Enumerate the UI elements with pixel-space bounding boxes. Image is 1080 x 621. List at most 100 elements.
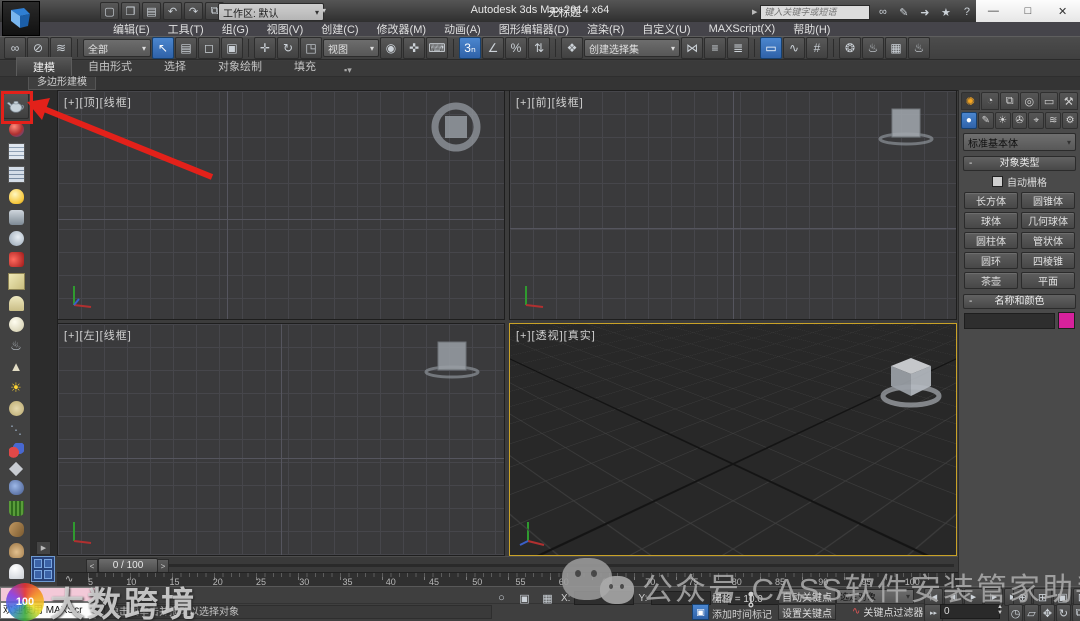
previous-frame-arrow[interactable]: < — [86, 559, 98, 573]
percent-snap-icon[interactable]: % — [505, 37, 527, 59]
dome-white-icon[interactable] — [9, 564, 24, 579]
snaps-toggle-3d-icon[interactable]: 3ₙ — [459, 37, 481, 59]
undo-icon[interactable]: ↶ — [163, 2, 182, 20]
viewcube-left-icon[interactable] — [420, 334, 484, 384]
primitive-category-dropdown[interactable]: 标准基本体 ▾ — [963, 133, 1076, 151]
viewport-perspective[interactable]: [+][透视][真实] — [509, 323, 957, 556]
key-filters-button[interactable]: ∿ 关键点过滤器... — [852, 605, 932, 618]
menu-item[interactable]: MAXScript(X) — [700, 23, 785, 35]
ribbon-tab[interactable]: 填充 — [278, 57, 332, 76]
search-expand-icon[interactable]: ▶ — [752, 8, 757, 16]
viewcube-perspective-icon[interactable] — [876, 350, 946, 412]
ribbon-overflow-icon[interactable]: ▪▾ — [344, 65, 352, 76]
ribbon-tab[interactable]: 对象绘制 — [202, 57, 278, 76]
object-color-swatch[interactable] — [1058, 312, 1075, 329]
keyboard-shortcut-override-icon[interactable]: ⌨ — [426, 37, 448, 59]
spindle-icon[interactable] — [9, 462, 23, 476]
rendered-frame-window-icon[interactable]: ▦ — [885, 37, 907, 59]
favorites-star-icon[interactable]: ★ — [936, 3, 955, 21]
subtab-lights-icon[interactable]: ☀ — [995, 112, 1011, 129]
menu-item[interactable]: 工具(T) — [159, 21, 213, 37]
name-color-rollout[interactable]: - 名称和颜色 — [963, 294, 1076, 309]
time-configuration-icon[interactable]: ◷ — [1008, 604, 1023, 621]
search-binoculars-icon[interactable]: ∞ — [873, 3, 892, 21]
primitive-button[interactable]: 茶壶 — [964, 272, 1018, 289]
render-setup-icon[interactable]: ♨ — [862, 37, 884, 59]
molecules-icon[interactable] — [9, 443, 24, 458]
primitive-button[interactable]: 圆柱体 — [964, 232, 1018, 249]
panel-tab-modify-icon[interactable]: ◔ — [981, 92, 1000, 110]
maxscript-mini-listener[interactable]: 欢迎使用 MAXScr — [0, 602, 96, 619]
light-icon[interactable] — [9, 189, 24, 204]
select-and-rotate-icon[interactable]: ↻ — [277, 37, 299, 59]
set-key-button[interactable]: 设置关键点 — [778, 604, 836, 620]
video-camera-icon[interactable] — [9, 252, 24, 267]
close-button[interactable]: ✕ — [1049, 5, 1077, 18]
search-input[interactable] — [760, 5, 870, 20]
field-of-view-icon[interactable]: ▱ — [1024, 604, 1039, 621]
object-type-rollout[interactable]: - 对象类型 — [963, 156, 1076, 171]
primitive-button[interactable]: 管状体 — [1021, 232, 1075, 249]
graphite-ribbon-toggle-icon[interactable]: ▭ — [760, 37, 782, 59]
polygon-modeling-panel-tab[interactable]: 多边形建模 — [28, 77, 96, 90]
set-keys-key-icon[interactable]: ⊶ — [741, 591, 762, 609]
time-slider-handle[interactable]: 0 / 100 — [98, 558, 158, 573]
select-and-manipulate-icon[interactable]: ✜ — [403, 37, 425, 59]
mini-curve-editor-icon[interactable]: ∿ — [65, 574, 73, 585]
primitive-button[interactable]: 四棱锥 — [1021, 252, 1075, 269]
menu-item[interactable]: 图形编辑器(D) — [490, 21, 578, 37]
track-bar[interactable]: ∿ 51015202530354045505560657075808590951… — [57, 572, 958, 587]
selection-lock-icon[interactable]: ▣ — [515, 589, 534, 607]
absolute-mode-icon[interactable]: ▦ — [538, 589, 557, 607]
open-file-icon[interactable]: ❐ — [121, 2, 140, 20]
primitive-button[interactable]: 球体 — [964, 212, 1018, 229]
panel-tab-display-icon[interactable]: ▭ — [1040, 92, 1059, 110]
panel-tab-utilities-icon[interactable]: ⚒ — [1059, 92, 1078, 110]
primitive-button[interactable]: 几何球体 — [1021, 212, 1075, 229]
shell-icon[interactable] — [9, 543, 24, 558]
key-filter-dropdown[interactable]: 选定对象 ▾ — [836, 589, 914, 604]
x-coordinate-field[interactable] — [574, 591, 634, 605]
isolate-bulb-icon[interactable]: ○ — [492, 589, 511, 607]
bind-to-space-warp-icon[interactable]: ≋ — [50, 37, 72, 59]
rain-particles-icon[interactable]: ⋱ — [9, 422, 24, 437]
reference-coordinate-dropdown[interactable]: 视图▾ — [323, 39, 379, 57]
minimize-button[interactable]: — — [979, 5, 1007, 17]
maximize-button[interactable]: □ — [1014, 5, 1042, 17]
select-and-link-icon[interactable]: ∞ — [4, 37, 26, 59]
object-name-field[interactable] — [964, 313, 1055, 329]
menu-item[interactable]: 视图(V) — [258, 21, 313, 37]
subtab-geometry-icon[interactable]: ● — [961, 112, 977, 129]
subtab-helpers-icon[interactable]: ⌖ — [1028, 112, 1044, 129]
subtab-cameras-icon[interactable]: ✇ — [1012, 112, 1028, 129]
viewport-top[interactable]: [+][顶][线框] — [57, 90, 505, 320]
panel-tab-hierarchy-icon[interactable]: ⧉ — [1000, 92, 1019, 110]
time-slider-track[interactable] — [87, 564, 954, 567]
window-crossing-icon[interactable]: ▣ — [221, 37, 243, 59]
ribbon-tab[interactable]: 自由形式 — [72, 57, 148, 76]
fur-animal-icon[interactable] — [9, 522, 24, 537]
subtab-spacewarps-icon[interactable]: ≋ — [1045, 112, 1061, 129]
next-frame-arrow[interactable]: > — [157, 559, 169, 573]
macro-recorder-field[interactable] — [0, 587, 96, 602]
material-sphere-icon[interactable] — [9, 122, 24, 137]
camera-icon[interactable] — [9, 210, 24, 225]
use-pivot-point-center-icon[interactable]: ◉ — [380, 37, 402, 59]
primitive-button[interactable]: 平面 — [1021, 272, 1075, 289]
selection-filter-dropdown[interactable]: 全部▾ — [83, 39, 151, 57]
spinner-snap-icon[interactable]: ⇅ — [528, 37, 550, 59]
mirror-icon[interactable]: ⋈ — [681, 37, 703, 59]
select-and-scale-icon[interactable]: ◳ — [300, 37, 322, 59]
select-by-name-icon[interactable]: ▤ — [175, 37, 197, 59]
panel-tab-motion-icon[interactable]: ◎ — [1020, 92, 1039, 110]
disc-icon[interactable] — [9, 401, 24, 416]
menu-item[interactable]: 创建(C) — [312, 21, 367, 37]
viewport-left[interactable]: [+][左][线框] — [57, 323, 505, 556]
select-object-icon[interactable]: ↖ — [152, 37, 174, 59]
curve-editor-icon[interactable]: ∿ — [783, 37, 805, 59]
ribbon-tab[interactable]: 选择 — [148, 57, 202, 76]
viewcube-top-icon[interactable] — [428, 99, 484, 155]
panel-tab-create-icon[interactable]: ✺ — [961, 92, 980, 110]
save-file-icon[interactable]: ▤ — [142, 2, 161, 20]
viewport-top-label[interactable]: [+][顶][线框] — [64, 94, 132, 110]
